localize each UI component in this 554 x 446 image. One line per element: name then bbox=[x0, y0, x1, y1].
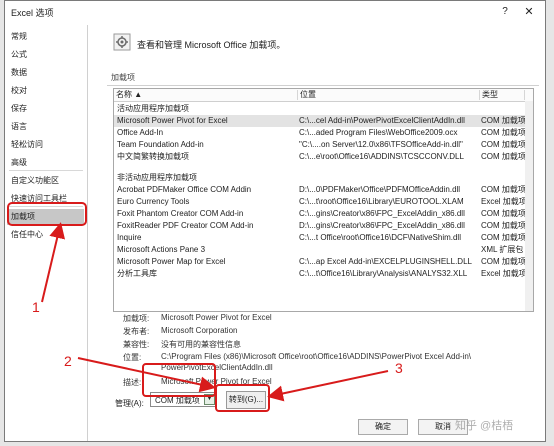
sidebar-item-formulas[interactable]: 公式 bbox=[11, 47, 27, 63]
addins-gear-icon bbox=[113, 33, 131, 51]
sidebar-item-advanced[interactable]: 高级 bbox=[11, 155, 27, 171]
excel-options-dialog: Excel 选项 ? ✕ 常规 公式 数据 校对 保存 语言 轻松访问 高级 自… bbox=[4, 0, 546, 442]
table-row[interactable]: 分析工具库 C:\...t\Office16\Library\Analysis\… bbox=[114, 268, 533, 280]
table-row[interactable]: Office Add-In C:\...aded Program Files\W… bbox=[114, 127, 533, 139]
category-active: 活动应用程序加载项 bbox=[117, 104, 189, 113]
cell-location: C:\...e\root\Office16\ADDINS\TCSCCONV.DL… bbox=[299, 152, 464, 161]
help-button[interactable]: ? bbox=[497, 4, 513, 20]
cell-location bbox=[299, 244, 477, 256]
cell-location: C:\...t\Office16\Library\Analysis\ANALYS… bbox=[299, 269, 468, 278]
section-label: 加载项 bbox=[111, 73, 135, 82]
chevron-down-icon[interactable]: ▼ bbox=[204, 394, 215, 405]
sidebar-item-quick-access[interactable]: 快速访问工具栏 bbox=[11, 191, 67, 207]
table-row[interactable]: 中文简繁转换加载项 C:\...e\root\Office16\ADDINS\T… bbox=[114, 151, 533, 163]
watermark: 知乎 @桔梧 bbox=[455, 420, 514, 432]
cell-name: Microsoft Power Map for Excel bbox=[117, 257, 226, 266]
grid-scrollbar[interactable] bbox=[525, 101, 533, 311]
close-button[interactable]: ✕ bbox=[521, 4, 537, 20]
annotation-number-1: 1 bbox=[32, 299, 40, 315]
cell-name: 分析工具库 bbox=[117, 269, 157, 278]
column-header-location[interactable]: 位置 bbox=[298, 90, 480, 100]
cell-name: Microsoft Power Pivot for Excel bbox=[117, 116, 228, 125]
detail-addin-label: 加载项: bbox=[123, 314, 150, 323]
detail-compat-value: 没有可用的兼容性信息 bbox=[161, 340, 241, 349]
cell-location: D:\...0\PDFMaker\Office\PDFMOfficeAddin.… bbox=[299, 185, 461, 194]
column-header-name[interactable]: 名称 ▲ bbox=[114, 90, 298, 100]
dialog-title: Excel 选项 bbox=[11, 8, 54, 18]
detail-location-value-cont: PowerPivotExcelClientAddIn.dll bbox=[161, 363, 273, 372]
detail-location-label: 位置: bbox=[123, 353, 142, 362]
cell-name: Acrobat PDFMaker Office COM Addin bbox=[117, 185, 252, 194]
sidebar-item-save[interactable]: 保存 bbox=[11, 101, 27, 117]
cell-name: Office Add-In bbox=[117, 128, 164, 137]
cell-location: C:\...gins\Creator\x86\FPC_ExcelAddin_x8… bbox=[299, 209, 465, 218]
ok-button[interactable]: 确定 bbox=[358, 419, 408, 435]
cell-name: Team Foundation Add-in bbox=[117, 140, 204, 149]
options-sidebar: 常规 公式 数据 校对 保存 语言 轻松访问 高级 自定义功能区 快速访问工具栏… bbox=[5, 25, 88, 441]
cell-name: 中文简繁转换加载项 bbox=[117, 152, 189, 161]
panel-header-text: 查看和管理 Microsoft Office 加载项。 bbox=[137, 40, 286, 50]
sidebar-item-general[interactable]: 常规 bbox=[11, 29, 27, 45]
manage-select-value: COM 加载项 bbox=[155, 396, 200, 405]
detail-location-value: C:\Program Files (x86)\Microsoft Office\… bbox=[161, 352, 472, 361]
cell-name: Euro Currency Tools bbox=[117, 197, 190, 206]
sidebar-item-data[interactable]: 数据 bbox=[11, 65, 27, 81]
table-row[interactable]: Microsoft Power Map for Excel C:\...ap E… bbox=[114, 256, 533, 268]
cell-location: "C:\....on Server\12.0\x86\TFSOfficeAdd-… bbox=[299, 140, 463, 149]
table-row[interactable]: Foxit Phantom Creator COM Add-in C:\...g… bbox=[114, 208, 533, 220]
sidebar-item-accessibility[interactable]: 轻松访问 bbox=[11, 137, 43, 153]
table-row[interactable]: Microsoft Actions Pane 3 XML 扩展包 bbox=[114, 244, 533, 256]
sidebar-item-addins[interactable]: 加载项 bbox=[7, 209, 84, 225]
sidebar-item-proofing[interactable]: 校对 bbox=[11, 83, 27, 99]
cell-location: C:\...ap Excel Add-in\EXCELPLUGINSHELL.D… bbox=[299, 257, 472, 266]
column-header-type[interactable]: 类型 bbox=[480, 90, 525, 100]
sidebar-item-language[interactable]: 语言 bbox=[11, 119, 27, 135]
detail-addin-value: Microsoft Power Pivot for Excel bbox=[161, 313, 272, 322]
table-row[interactable]: Acrobat PDFMaker Office COM Addin D:\...… bbox=[114, 184, 533, 196]
cell-name: Microsoft Actions Pane 3 bbox=[117, 245, 206, 254]
section-divider bbox=[107, 85, 539, 86]
sidebar-divider bbox=[9, 170, 83, 171]
table-row[interactable]: Team Foundation Add-in "C:\....on Server… bbox=[114, 139, 533, 151]
annotation-number-3: 3 bbox=[395, 360, 403, 376]
addins-grid[interactable]: 名称 ▲ 位置 类型 活动应用程序加载项 Microsoft Power Piv… bbox=[113, 88, 534, 312]
addins-panel: 查看和管理 Microsoft Office 加载项。 加载项 名称 ▲ 位置 … bbox=[93, 25, 545, 441]
cell-name: FoxitReader PDF Creator COM Add-in bbox=[117, 221, 254, 230]
cell-location: C:\...t\root\Office16\Library\EUROTOOL.X… bbox=[299, 197, 464, 206]
title-bar: Excel 选项 ? ✕ bbox=[5, 1, 545, 23]
manage-label: 管理(A): bbox=[115, 399, 144, 408]
go-button[interactable]: 转到(G)... bbox=[226, 391, 266, 409]
manage-select[interactable]: COM 加载项 ▼ bbox=[150, 392, 217, 407]
sidebar-item-trust-center[interactable]: 信任中心 bbox=[11, 227, 43, 243]
cell-location: C:\...cel Add-in\PowerPivotExcelClientAd… bbox=[299, 116, 465, 125]
table-row[interactable]: Inquire C:\...t Office\root\Office16\DCF… bbox=[114, 232, 533, 244]
cell-location: C:\...aded Program Files\WebOffice2009.o… bbox=[299, 128, 458, 137]
table-row[interactable]: FoxitReader PDF Creator COM Add-in D:\..… bbox=[114, 220, 533, 232]
detail-compat-label: 兼容性: bbox=[123, 340, 150, 349]
table-row[interactable]: Microsoft Power Pivot for Excel C:\...ce… bbox=[114, 115, 533, 127]
category-inactive: 非活动应用程序加载项 bbox=[117, 173, 197, 182]
cell-name: Inquire bbox=[117, 233, 142, 242]
detail-publisher-value: Microsoft Corporation bbox=[161, 326, 238, 335]
annotation-number-2: 2 bbox=[64, 353, 72, 369]
detail-publisher-label: 发布者: bbox=[123, 327, 150, 336]
table-row[interactable]: Euro Currency Tools C:\...t\root\Office1… bbox=[114, 196, 533, 208]
cell-location: C:\...t Office\root\Office16\DCF\NativeS… bbox=[299, 233, 461, 242]
grid-header: 名称 ▲ 位置 类型 bbox=[114, 89, 533, 102]
cell-location: D:\...gins\Creator\x86\FPC_ExcelAddin_x8… bbox=[299, 221, 465, 230]
sidebar-divider bbox=[9, 206, 83, 207]
sidebar-item-customize-ribbon[interactable]: 自定义功能区 bbox=[11, 173, 59, 189]
cell-name: Foxit Phantom Creator COM Add-in bbox=[117, 209, 244, 218]
